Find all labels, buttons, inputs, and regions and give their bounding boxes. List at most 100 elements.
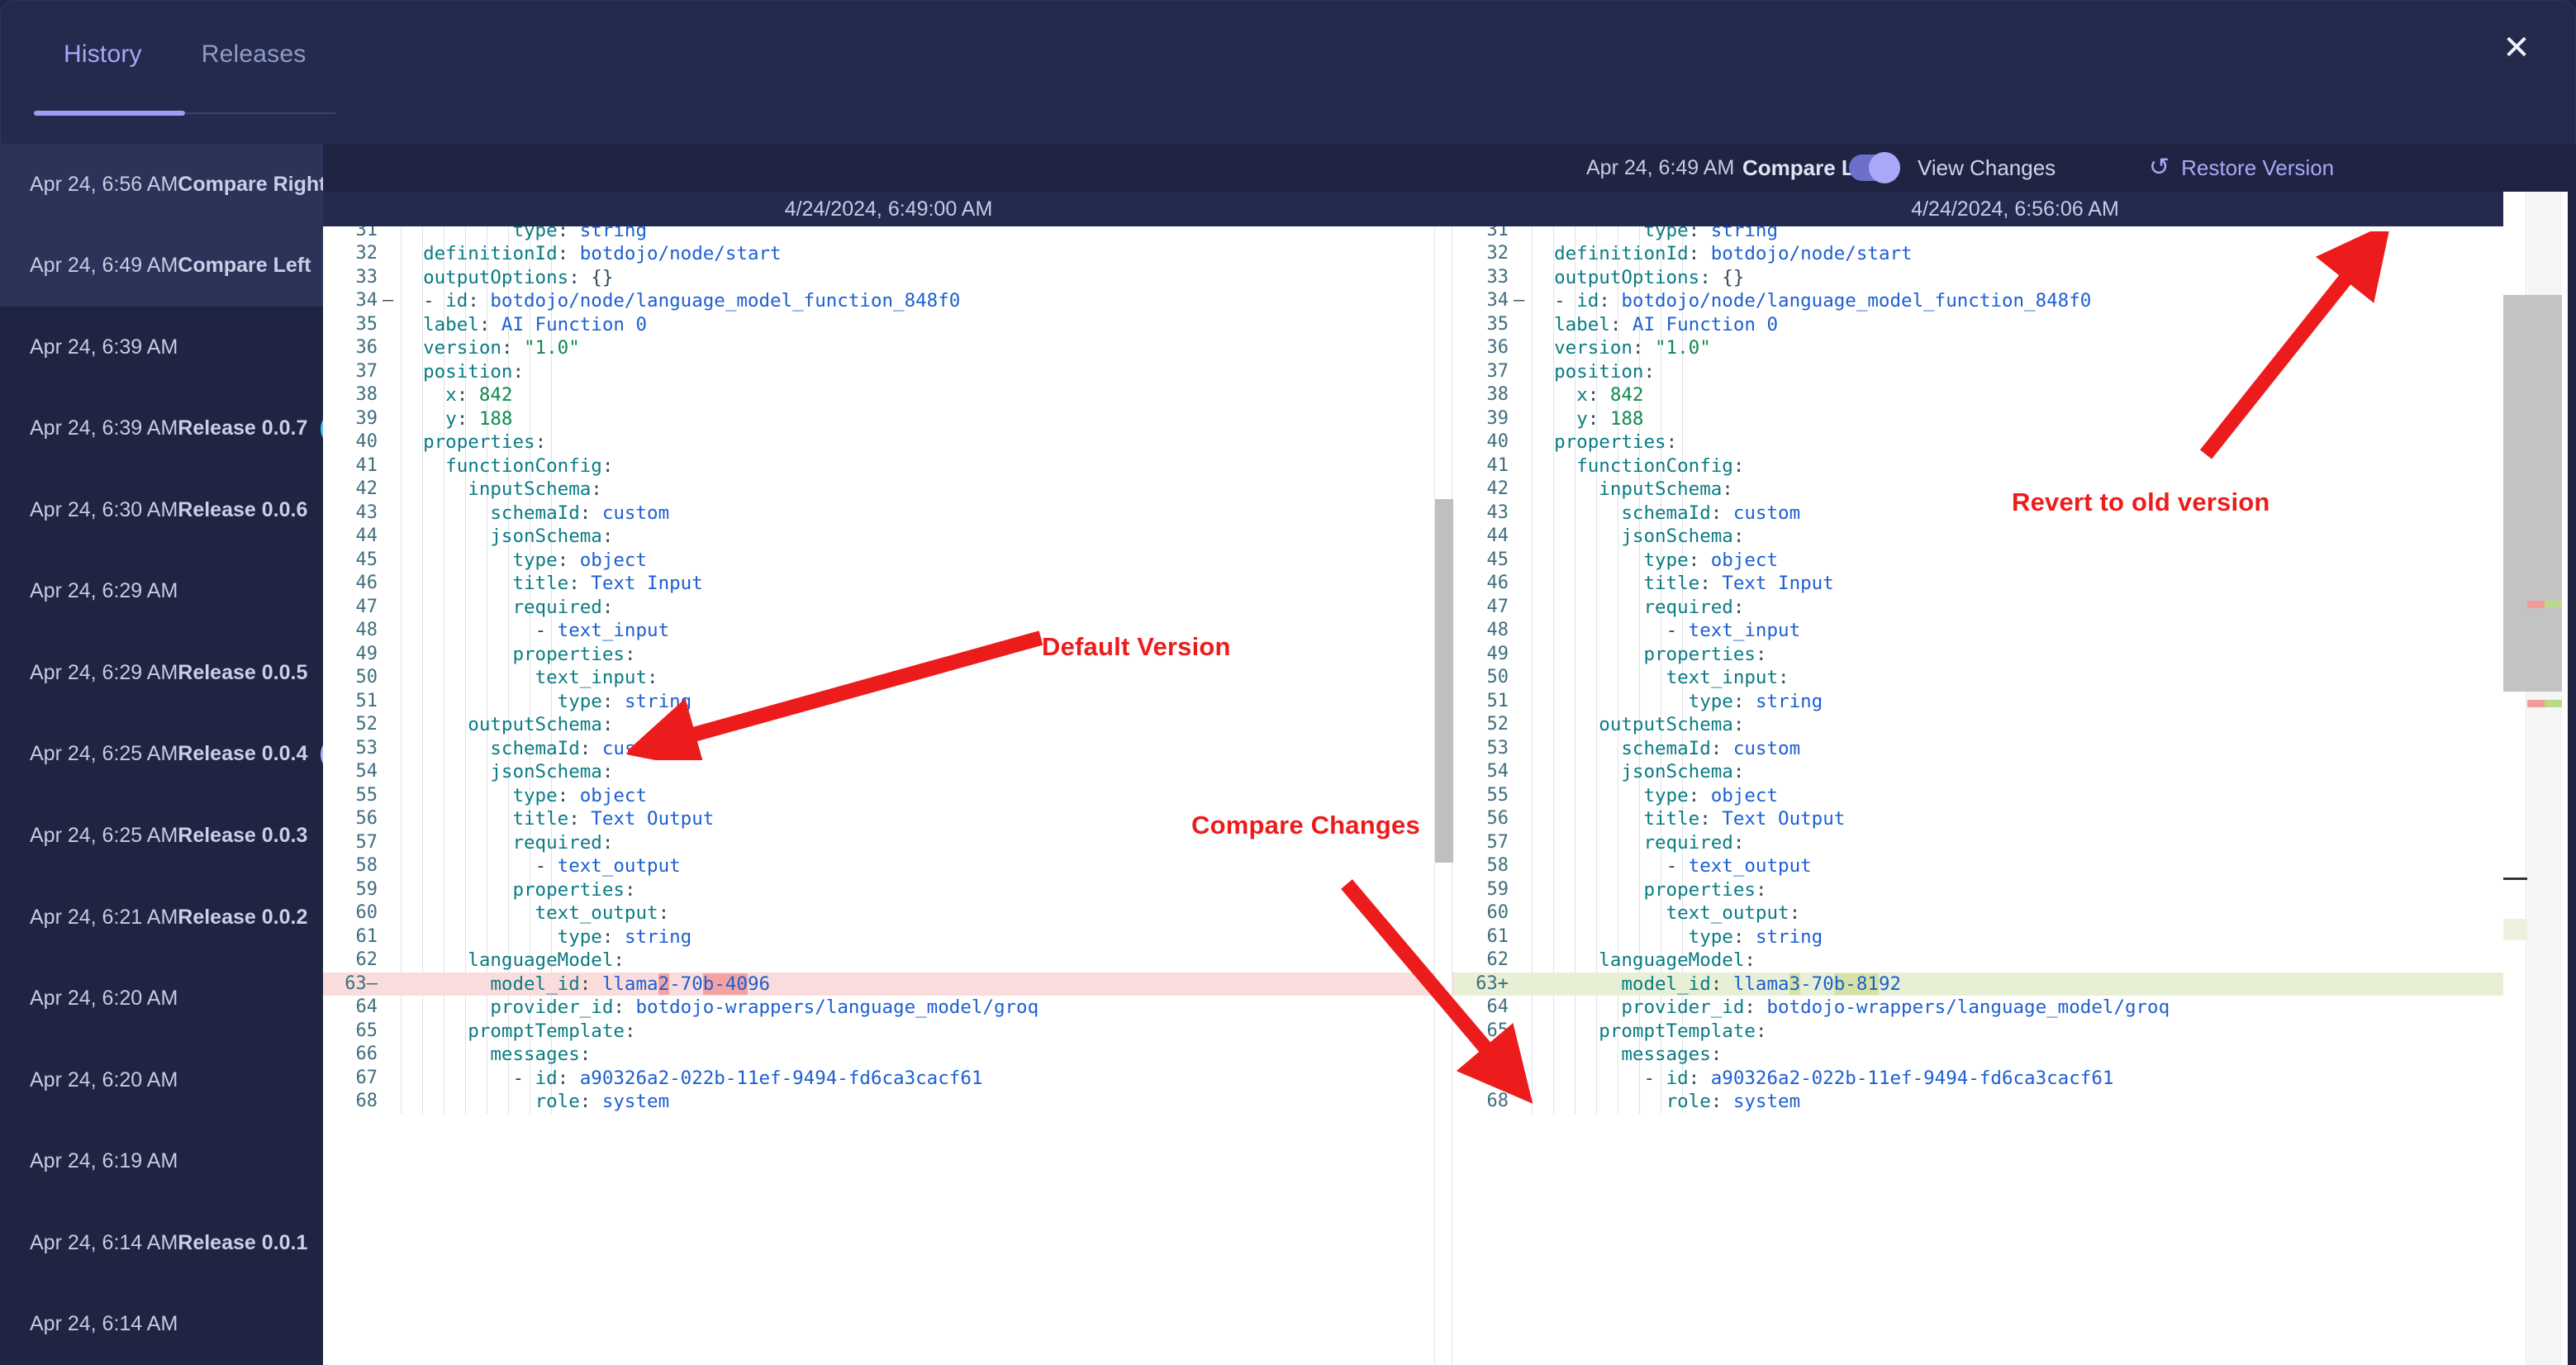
history-row[interactable]: Apr 24, 6:25 AM Release 0.0.3 bbox=[0, 795, 323, 877]
code-line[interactable]: 48 - text_input bbox=[323, 619, 1454, 643]
history-row[interactable]: Apr 24, 6:20 AM bbox=[0, 1039, 323, 1121]
view-changes-label[interactable]: View Changes bbox=[1918, 155, 2056, 181]
code-line[interactable]: 37 position: bbox=[323, 360, 1454, 384]
code-line[interactable]: 40 properties: bbox=[323, 430, 1454, 454]
history-row[interactable]: Apr 24, 6:19 AM bbox=[0, 1120, 323, 1202]
history-row[interactable]: Apr 24, 6:20 AM bbox=[0, 958, 323, 1039]
history-row[interactable]: Apr 24, 6:39 AMRelease 0.0.7Test bbox=[0, 388, 323, 470]
code-line[interactable]: 66 messages: bbox=[1454, 1043, 2576, 1067]
code-line[interactable]: 36 version: "1.0" bbox=[1454, 336, 2576, 360]
tab-releases[interactable]: Releases bbox=[172, 40, 336, 92]
code-line[interactable]: 49 properties: bbox=[323, 643, 1454, 667]
code-line[interactable]: 52 outputSchema: bbox=[323, 713, 1454, 737]
code-line[interactable]: 43 schemaId: custom bbox=[323, 502, 1454, 526]
code-line[interactable]: 41 functionConfig: bbox=[1454, 454, 2576, 478]
code-line[interactable]: 60 text_output: bbox=[1454, 901, 2576, 925]
code-line[interactable]: 63– model_id: llama2-70b-4096 bbox=[323, 972, 1454, 996]
code-line[interactable]: 49 properties: bbox=[1454, 643, 2576, 667]
code-line[interactable]: 56 title: Text Output bbox=[1454, 807, 2576, 831]
code-line[interactable]: 34– - id: botdojo/node/language_model_fu… bbox=[323, 289, 1454, 313]
code-line[interactable]: 32 definitionId: botdojo/node/start bbox=[323, 242, 1454, 266]
code-line[interactable]: 67 - id: a90326a2-022b-11ef-9494-fd6ca3c… bbox=[323, 1067, 1454, 1091]
code-line[interactable]: 47 required: bbox=[323, 596, 1454, 620]
code-line[interactable]: 65 promptTemplate: bbox=[323, 1020, 1454, 1044]
history-row[interactable]: Apr 24, 6:49 AM Compare Left bbox=[0, 225, 323, 307]
tab-history[interactable]: History bbox=[34, 40, 172, 92]
code-line[interactable]: 44 jsonSchema: bbox=[1454, 525, 2576, 549]
history-row[interactable]: Apr 24, 6:56 AM Compare Right bbox=[0, 144, 323, 226]
code-line[interactable]: 50 text_input: bbox=[323, 666, 1454, 690]
history-row[interactable]: Apr 24, 6:29 AM Release 0.0.5 bbox=[0, 632, 323, 714]
view-changes-toggle[interactable] bbox=[1849, 152, 1900, 183]
code-line[interactable]: 61 type: string bbox=[1454, 925, 2576, 949]
code-line[interactable]: 36 version: "1.0" bbox=[323, 336, 1454, 360]
history-row[interactable]: Apr 24, 6:39 AM bbox=[0, 307, 323, 388]
history-row[interactable]: Apr 24, 6:29 AM bbox=[0, 551, 323, 633]
code-line[interactable]: 45 type: object bbox=[1454, 549, 2576, 573]
code-line[interactable]: 44 jsonSchema: bbox=[323, 525, 1454, 549]
code-line[interactable]: 59 properties: bbox=[323, 878, 1454, 902]
code-line[interactable]: 64 provider_id: botdojo-wrappers/languag… bbox=[1454, 996, 2576, 1020]
code-line[interactable]: 42 inputSchema: bbox=[323, 478, 1454, 502]
code-line[interactable]: 57 required: bbox=[1454, 831, 2576, 855]
code-line[interactable]: 47 required: bbox=[1454, 596, 2576, 620]
code-line[interactable]: 53 schemaId: custom bbox=[323, 737, 1454, 761]
history-row[interactable]: Apr 24, 6:21 AM Release 0.0.2 bbox=[0, 877, 323, 958]
code-line[interactable]: 48 - text_input bbox=[1454, 619, 2576, 643]
code-line[interactable]: 65 promptTemplate: bbox=[1454, 1020, 2576, 1044]
code-line[interactable]: 68 role: system bbox=[323, 1090, 1454, 1114]
code-line[interactable]: 58 - text_output bbox=[1454, 854, 2576, 878]
history-row[interactable]: Apr 24, 6:14 AM bbox=[0, 1283, 323, 1365]
close-icon[interactable]: ✕ bbox=[2491, 22, 2542, 74]
code-line[interactable]: 37 position: bbox=[1454, 360, 2576, 384]
code-line[interactable]: 38 x: 842 bbox=[323, 383, 1454, 407]
code-line[interactable]: 51 type: string bbox=[1454, 690, 2576, 714]
code-line[interactable]: 46 title: Text Input bbox=[1454, 572, 2576, 596]
left-pane-scrollbar[interactable] bbox=[1434, 226, 1453, 1365]
code-line[interactable]: 63+ model_id: llama3-70b-8192 bbox=[1454, 972, 2576, 996]
history-row[interactable]: Apr 24, 6:14 AM Release 0.0.1 bbox=[0, 1202, 323, 1284]
history-list[interactable]: Apr 24, 6:56 AM Compare Right Apr 24, 6:49… bbox=[0, 144, 323, 1365]
code-left[interactable]: 31 type: string 32 definitionId: botdojo/… bbox=[323, 226, 1454, 1114]
code-line[interactable]: 31 type: string bbox=[1454, 226, 2576, 242]
restore-version-button[interactable]: ↺ Restore Version bbox=[2149, 155, 2334, 181]
code-line[interactable]: 55 type: object bbox=[1454, 784, 2576, 808]
code-line[interactable]: 55 type: object bbox=[323, 784, 1454, 808]
code-line[interactable]: 61 type: string bbox=[323, 925, 1454, 949]
code-line[interactable]: 45 type: object bbox=[323, 549, 1454, 573]
code-line[interactable]: 59 properties: bbox=[1454, 878, 2576, 902]
code-line[interactable]: 68 role: system bbox=[1454, 1090, 2576, 1114]
code-line[interactable]: 33 outputOptions: {} bbox=[323, 266, 1454, 290]
code-line[interactable]: 64 provider_id: botdojo-wrappers/languag… bbox=[323, 996, 1454, 1020]
code-line[interactable]: 54 jsonSchema: bbox=[323, 760, 1454, 784]
code-line[interactable]: 52 outputSchema: bbox=[1454, 713, 2576, 737]
code-line[interactable]: 40 properties: bbox=[1454, 430, 2576, 454]
code-line[interactable]: 41 functionConfig: bbox=[323, 454, 1454, 478]
code-line[interactable]: 33 outputOptions: {} bbox=[1454, 266, 2576, 290]
sliver-scrollbar-thumb[interactable] bbox=[2503, 295, 2562, 692]
code-line[interactable]: 54 jsonSchema: bbox=[1454, 760, 2576, 784]
history-row[interactable]: Apr 24, 6:30 AM Release 0.0.6 bbox=[0, 469, 323, 551]
code-line[interactable]: 35 label: AI Function 0 bbox=[323, 313, 1454, 337]
code-line[interactable]: 39 y: 188 bbox=[1454, 407, 2576, 431]
code-line[interactable]: 35 label: AI Function 0 bbox=[1454, 313, 2576, 337]
code-line[interactable]: 51 type: string bbox=[323, 690, 1454, 714]
history-row-label: Release 0.0.4 bbox=[178, 742, 308, 766]
code-line[interactable]: 62 languageModel: bbox=[323, 949, 1454, 973]
code-line[interactable]: 34– - id: botdojo/node/language_model_fu… bbox=[1454, 289, 2576, 313]
code-line[interactable]: 39 y: 188 bbox=[323, 407, 1454, 431]
code-line[interactable]: 31 type: string bbox=[323, 226, 1454, 242]
code-line[interactable]: 67 - id: a90326a2-022b-11ef-9494-fd6ca3c… bbox=[1454, 1067, 2576, 1091]
code-line[interactable]: 53 schemaId: custom bbox=[1454, 737, 2576, 761]
code-line[interactable]: 62 languageModel: bbox=[1454, 949, 2576, 973]
scrollbar-thumb[interactable] bbox=[1435, 499, 1453, 863]
code-line[interactable]: 32 definitionId: botdojo/node/start bbox=[1454, 242, 2576, 266]
code-line[interactable]: 58 - text_output bbox=[323, 854, 1454, 878]
code-line[interactable]: 50 text_input: bbox=[1454, 666, 2576, 690]
code-right[interactable]: 31 type: string 32 definitionId: botdojo/… bbox=[1454, 226, 2576, 1114]
code-line[interactable]: 66 messages: bbox=[323, 1043, 1454, 1067]
code-line[interactable]: 60 text_output: bbox=[323, 901, 1454, 925]
code-line[interactable]: 38 x: 842 bbox=[1454, 383, 2576, 407]
code-line[interactable]: 46 title: Text Input bbox=[323, 572, 1454, 596]
history-row[interactable]: Apr 24, 6:25 AMRelease 0.0.4default bbox=[0, 714, 323, 796]
